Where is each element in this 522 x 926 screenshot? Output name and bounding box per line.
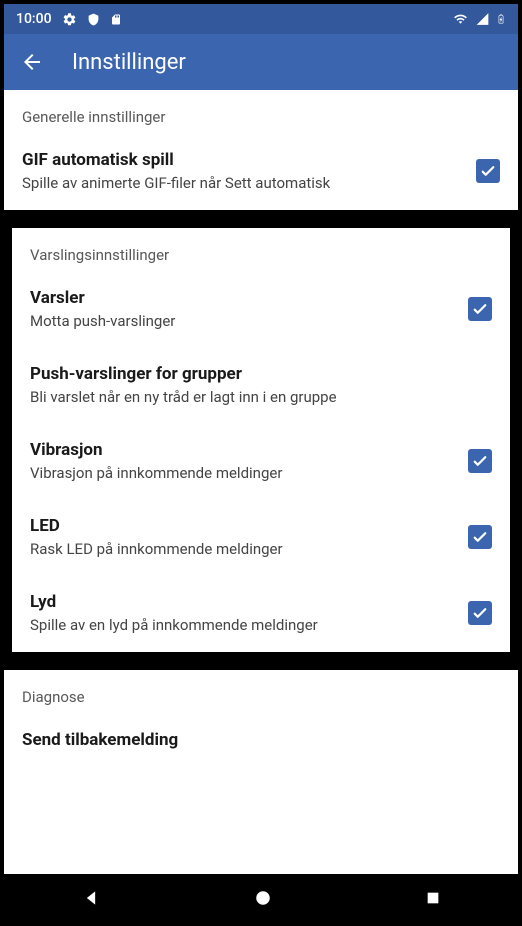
shield-icon — [87, 12, 100, 27]
check-icon — [471, 300, 489, 318]
nav-back-button[interactable] — [81, 888, 101, 908]
battery-icon — [496, 11, 506, 27]
square-icon — [425, 890, 441, 906]
setting-send-feedback[interactable]: Send tilbakemelding — [4, 714, 518, 760]
setting-push-grupper[interactable]: Push-varslinger for grupper Bli varslet … — [12, 348, 510, 424]
setting-title: LED — [30, 516, 456, 536]
wifi-icon — [452, 12, 469, 26]
setting-lyd[interactable]: Lyd Spille av en lyd på innkommende meld… — [12, 576, 510, 652]
setting-subtitle: Spille av en lyd på innkommende meldinge… — [30, 616, 456, 634]
setting-title: Vibrasjon — [30, 440, 456, 460]
section-divider — [4, 652, 518, 670]
setting-title: Push-varslinger for grupper — [30, 364, 492, 384]
setting-subtitle: Spille av animerte GIF-filer når Sett au… — [22, 174, 464, 192]
check-icon — [471, 452, 489, 470]
checkbox-gif[interactable] — [476, 159, 500, 183]
setting-subtitle: Motta push-varslinger — [30, 312, 456, 330]
check-icon — [471, 604, 489, 622]
gear-icon — [62, 12, 77, 27]
arrow-left-icon — [20, 50, 44, 74]
setting-gif-autoplay[interactable]: GIF automatisk spill Spille av animerte … — [4, 134, 518, 210]
setting-title: Lyd — [30, 592, 456, 612]
check-icon — [471, 528, 489, 546]
setting-subtitle: Bli varslet når en ny tråd er lagt inn i… — [30, 388, 492, 406]
setting-varsler[interactable]: Varsler Motta push-varslinger — [12, 272, 510, 348]
status-bar: 10:00 — [4, 4, 518, 34]
setting-title: Varsler — [30, 288, 456, 308]
setting-title: GIF automatisk spill — [22, 150, 464, 170]
app-bar: Innstillinger — [4, 34, 518, 90]
check-icon — [479, 162, 497, 180]
section-header-notifications: Varslingsinnstillinger — [12, 228, 510, 272]
status-time: 10:00 — [16, 11, 52, 27]
circle-icon — [254, 889, 272, 907]
section-divider — [4, 210, 518, 228]
section-header-general: Generelle innstillinger — [4, 90, 518, 134]
page-title: Innstillinger — [72, 50, 186, 75]
setting-led[interactable]: LED Rask LED på innkommende meldinger — [12, 500, 510, 576]
setting-subtitle: Rask LED på innkommende meldinger — [30, 540, 456, 558]
checkbox-lyd[interactable] — [468, 601, 492, 625]
checkbox-led[interactable] — [468, 525, 492, 549]
nav-recent-button[interactable] — [425, 890, 441, 906]
nav-home-button[interactable] — [254, 889, 272, 907]
settings-content: Generelle innstillinger GIF automatisk s… — [4, 90, 518, 874]
setting-vibrasjon[interactable]: Vibrasjon Vibrasjon på innkommende meldi… — [12, 424, 510, 500]
section-header-diagnose: Diagnose — [4, 670, 518, 714]
signal-icon — [475, 12, 490, 26]
setting-title: Send tilbakemelding — [22, 730, 500, 750]
back-button[interactable] — [20, 50, 44, 74]
checkbox-vibrasjon[interactable] — [468, 449, 492, 473]
notifications-section: Varslingsinnstillinger Varsler Motta pus… — [4, 228, 518, 652]
triangle-left-icon — [81, 888, 101, 908]
sd-card-icon — [110, 12, 122, 27]
setting-subtitle: Vibrasjon på innkommende meldinger — [30, 464, 456, 482]
navigation-bar — [4, 874, 518, 922]
checkbox-varsler[interactable] — [468, 297, 492, 321]
